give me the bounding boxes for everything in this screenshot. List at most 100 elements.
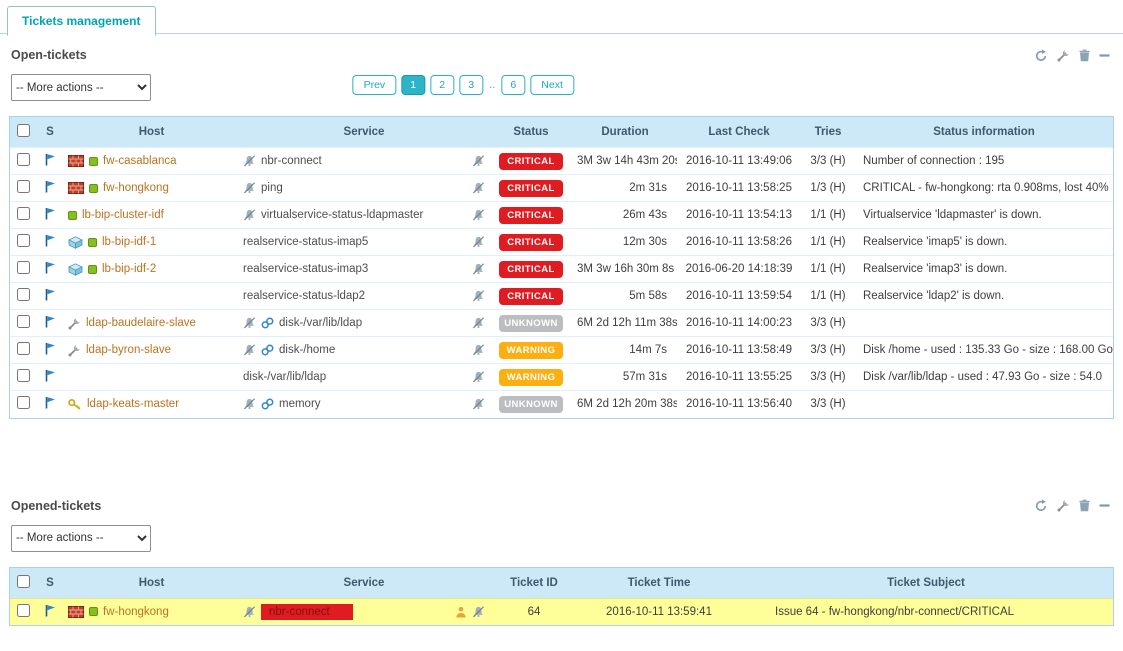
opened-tickets-panel-tools — [1034, 499, 1112, 512]
column-header-host[interactable]: Host — [64, 568, 239, 599]
service-link[interactable]: virtualservice-status-ldapmaster — [261, 209, 423, 221]
status-info-cell: Realservice 'imap3' is down. — [855, 256, 1113, 283]
page-button-3[interactable]: 3 — [459, 75, 483, 95]
last-check-cell: 2016-10-11 13:54:13 — [677, 202, 801, 229]
severity-cell — [36, 148, 64, 175]
service-link[interactable]: realservice-status-imap3 — [243, 263, 368, 275]
more-actions-select[interactable]: -- More actions -- — [11, 525, 151, 552]
service-link[interactable]: realservice-status-imap5 — [243, 236, 368, 248]
open-tickets-table-wrapper: SHostServiceStatusDurationLast CheckTrie… — [9, 116, 1114, 419]
row-checkbox[interactable] — [17, 369, 30, 382]
column-header-ticket-id[interactable]: Ticket ID — [489, 568, 579, 599]
column-header-s[interactable]: S — [36, 568, 64, 599]
trash-icon[interactable] — [1079, 499, 1090, 512]
column-header-service[interactable]: Service — [239, 568, 489, 599]
opened-ticket-row: fw-hongkongnbr-connect642016-10-11 13:59… — [10, 598, 1113, 625]
column-header-status-information[interactable]: Status information — [855, 117, 1113, 148]
host-link[interactable]: lb-bip-cluster-idf — [82, 209, 164, 221]
collapse-icon[interactable] — [1099, 50, 1110, 61]
loadbalancer-icon — [68, 263, 83, 276]
page-prev-button[interactable]: Prev — [353, 75, 397, 95]
row-checkbox[interactable] — [17, 396, 30, 409]
page-button-1[interactable]: 1 — [401, 75, 425, 95]
row-checkbox[interactable] — [17, 288, 30, 301]
refresh-icon[interactable] — [1034, 49, 1048, 62]
host-link[interactable]: lb-bip-idf-1 — [102, 236, 156, 248]
severity-cell — [36, 391, 64, 418]
wrench-icon[interactable] — [1057, 499, 1070, 512]
host-up-indicator — [89, 184, 98, 193]
host-cell: fw-casablanca — [64, 148, 239, 175]
column-header-last-check[interactable]: Last Check — [677, 117, 801, 148]
open-ticket-row: fw-hongkongpingCRITICAL2m 31s2016-10-11 … — [10, 175, 1113, 202]
status-cell: UNKNOWN — [489, 391, 573, 418]
service-link[interactable]: disk-/home — [279, 344, 335, 356]
opened-select-all-checkbox[interactable] — [17, 575, 30, 588]
column-header-duration[interactable]: Duration — [573, 117, 677, 148]
host-link[interactable]: ldap-byron-slave — [86, 344, 171, 356]
row-checkbox[interactable] — [17, 234, 30, 247]
service-cell: disk-/var/lib/ldap — [239, 364, 489, 391]
open-ticket-row: fw-casablancanbr-connectCRITICAL3M 3w 14… — [10, 148, 1113, 175]
flag-icon — [45, 369, 56, 382]
host-up-indicator — [88, 238, 97, 247]
service-link[interactable]: ping — [261, 182, 283, 194]
column-header-host[interactable]: Host — [64, 117, 239, 148]
row-checkbox[interactable] — [17, 153, 30, 166]
duration-cell: 12m 30s — [573, 229, 677, 256]
page-button-2[interactable]: 2 — [430, 75, 454, 95]
row-checkbox[interactable] — [17, 604, 30, 617]
tab-tickets-management[interactable]: Tickets management — [7, 6, 156, 36]
collapse-icon[interactable] — [1099, 500, 1110, 511]
column-header-s[interactable]: S — [36, 117, 64, 148]
service-link[interactable]: disk-/var/lib/ldap — [243, 371, 326, 383]
select-all-cell — [10, 568, 36, 599]
severity-cell — [36, 283, 64, 310]
duration-cell: 3M 3w 14h 43m 20s — [573, 148, 677, 175]
service-link[interactable]: disk-/var/lib/ldap — [279, 317, 362, 329]
host-link[interactable]: lb-bip-idf-2 — [102, 263, 156, 275]
host-link[interactable]: fw-hongkong — [103, 182, 169, 194]
host-link[interactable]: ldap-baudelaire-slave — [86, 317, 196, 329]
wrench-icon — [68, 344, 81, 357]
firewall-icon — [68, 606, 84, 618]
open-select-all-checkbox[interactable] — [17, 124, 30, 137]
wrench-icon[interactable] — [1057, 49, 1070, 62]
service-link[interactable]: nbr-connect — [261, 155, 322, 167]
column-header-tries[interactable]: Tries — [801, 117, 855, 148]
ticket-subject-cell: Issue 64 - fw-hongkong/nbr-connect/CRITI… — [739, 598, 1113, 625]
column-header-ticket-time[interactable]: Ticket Time — [579, 568, 739, 599]
row-checkbox[interactable] — [17, 207, 30, 220]
more-actions-select[interactable]: -- More actions -- — [11, 74, 151, 101]
service-link[interactable]: realservice-status-ldap2 — [243, 290, 365, 302]
host-link[interactable]: ldap-keats-master — [87, 398, 179, 410]
service-cell: ping — [239, 175, 489, 202]
column-header-service[interactable]: Service — [239, 117, 489, 148]
page-button-6[interactable]: 6 — [501, 75, 525, 95]
service-cell: disk-/var/lib/ldap — [239, 310, 489, 337]
refresh-icon[interactable] — [1034, 499, 1048, 512]
service-link[interactable]: memory — [279, 398, 321, 410]
last-check-cell: 2016-10-11 13:58:26 — [677, 229, 801, 256]
flag-icon — [45, 315, 56, 328]
flag-icon — [45, 396, 56, 409]
host-link[interactable]: fw-hongkong — [103, 606, 169, 618]
column-header-ticket-subject[interactable]: Ticket Subject — [739, 568, 1113, 599]
bell-icon — [472, 209, 485, 221]
tries-cell: 3/3 (H) — [801, 364, 855, 391]
status-cell: UNKNOWN — [489, 310, 573, 337]
severity-cell — [36, 202, 64, 229]
row-checkbox[interactable] — [17, 261, 30, 274]
page-next-button[interactable]: Next — [530, 75, 574, 95]
row-checkbox[interactable] — [17, 342, 30, 355]
host-cell: ldap-keats-master — [64, 391, 239, 418]
row-checkbox[interactable] — [17, 315, 30, 328]
service-link[interactable]: nbr-connect — [261, 604, 353, 620]
host-link[interactable]: fw-casablanca — [103, 155, 177, 167]
trash-icon[interactable] — [1079, 49, 1090, 62]
row-checkbox[interactable] — [17, 180, 30, 193]
bell-icon — [472, 290, 485, 302]
host-cell: fw-hongkong — [64, 175, 239, 202]
status-info-cell — [855, 310, 1113, 337]
column-header-status[interactable]: Status — [489, 117, 573, 148]
